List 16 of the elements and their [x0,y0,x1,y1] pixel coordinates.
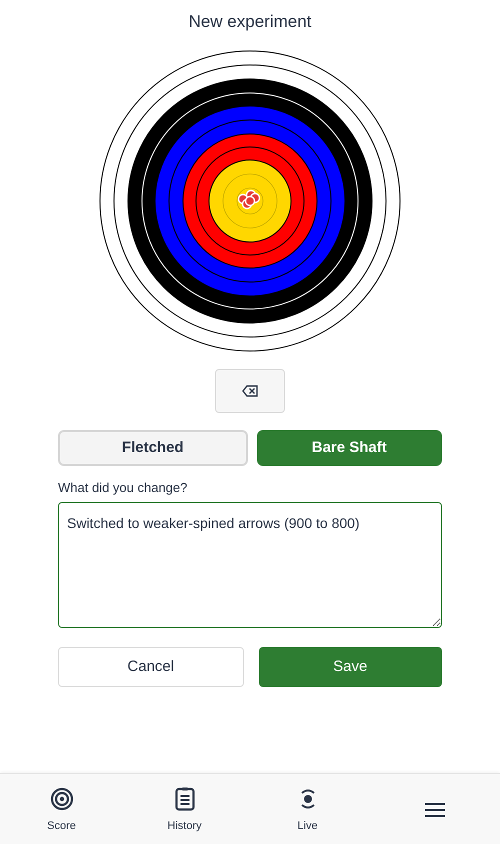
nav-tab[interactable]: Score [0,774,123,834]
change-input-field[interactable]: Switched to weaker-spined arrows (900 to 800) [58,502,442,628]
cancel-button[interactable]: Cancel [58,647,244,687]
backspace-button[interactable] [215,369,285,413]
target-drawing[interactable] [99,50,401,352]
backspace-icon [242,385,258,397]
menu-icon [424,802,446,818]
nav-tab[interactable]: History [123,774,246,834]
segment-button[interactable]: Fletched [58,430,248,466]
target-icon [50,787,74,811]
save-button[interactable]: Save [258,647,442,687]
field-label: What did you change? [58,480,188,496]
page-title: New experiment [188,11,312,33]
clipboard-icon [174,787,194,811]
nav-tab[interactable]: Live [246,774,369,834]
segment-button[interactable]: Bare Shaft [256,430,442,466]
